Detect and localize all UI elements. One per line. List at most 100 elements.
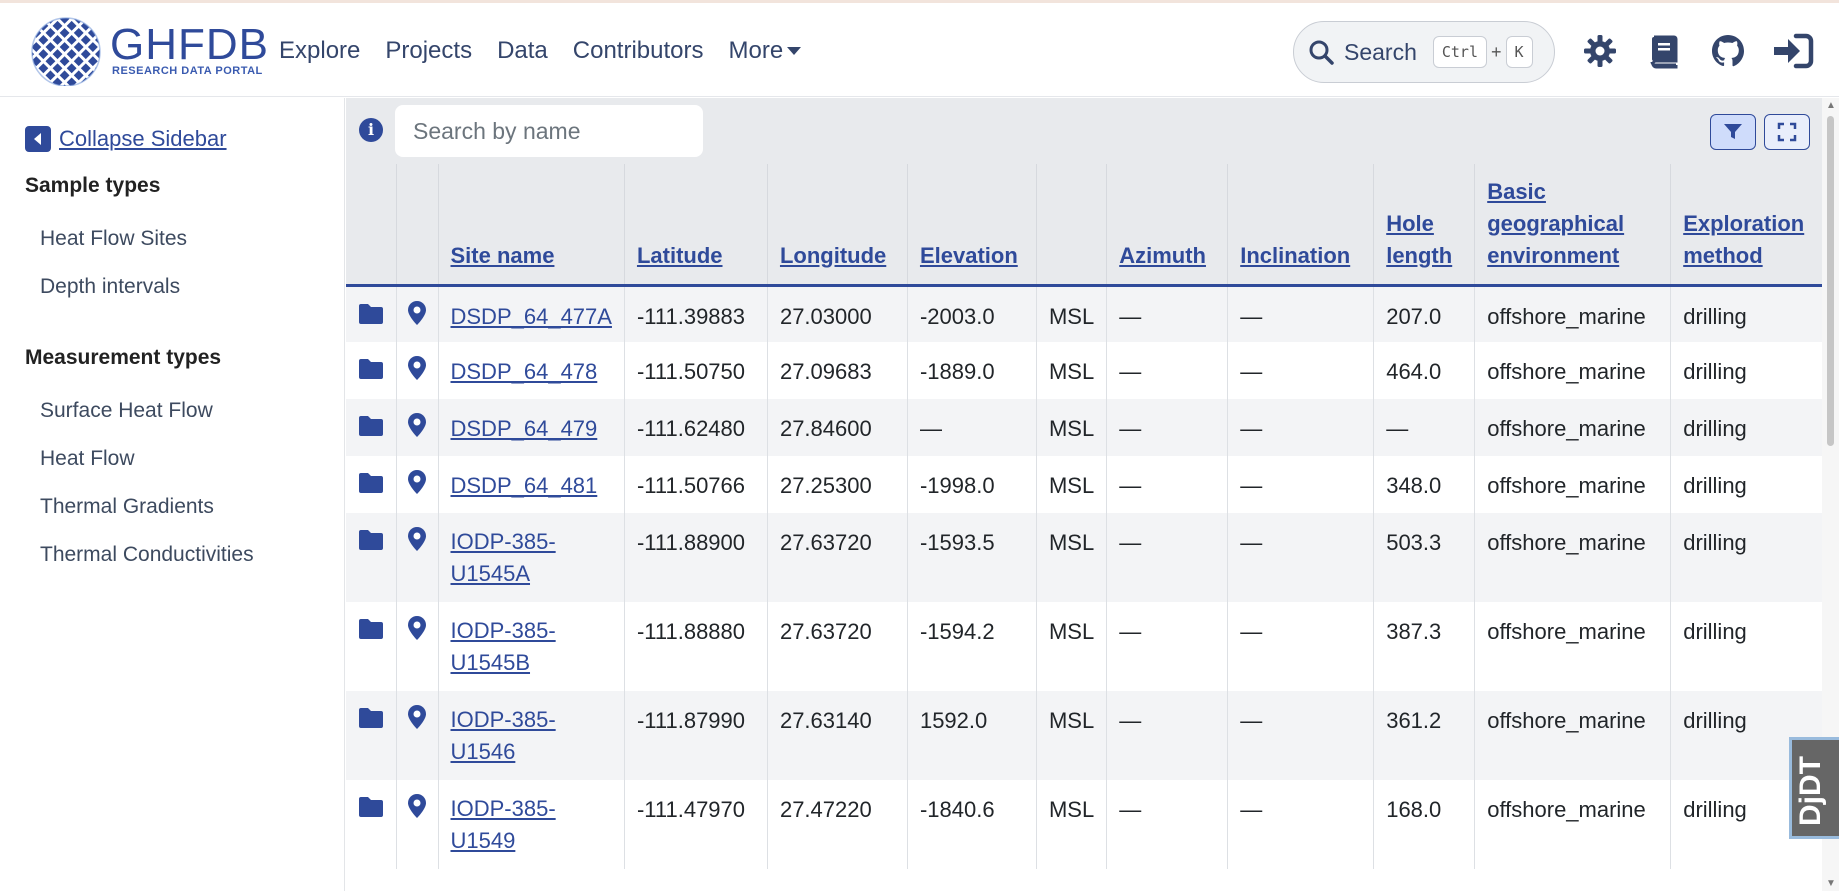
cell-longitude: 27.25300 bbox=[766, 456, 908, 513]
col-header-label[interactable]: Latitude bbox=[637, 240, 755, 272]
filter-button[interactable] bbox=[1710, 114, 1756, 150]
cell-hole-length: 387.3 bbox=[1373, 602, 1475, 691]
map-pin-icon[interactable] bbox=[408, 470, 426, 500]
site-link[interactable]: IODP-385-U1545A bbox=[451, 526, 561, 590]
info-icon[interactable]: i bbox=[359, 118, 383, 142]
theme-toggle-icon[interactable] bbox=[1582, 33, 1618, 69]
table-row: DSDP_64_479 -111.62480 27.84600— MSL — — — offs… bbox=[346, 399, 1831, 456]
site-link[interactable]: DSDP_64_481 bbox=[451, 470, 598, 502]
cell-hole-length: 168.0 bbox=[1373, 780, 1475, 869]
nav-explore[interactable]: Explore bbox=[279, 37, 360, 65]
table-row: IODP-385-U1546 -111.87990 27.63140 1592.0 MS… bbox=[346, 691, 1831, 780]
col-geo-environment[interactable]: Basic geographical environment bbox=[1474, 164, 1671, 287]
site-link[interactable]: DSDP_64_479 bbox=[451, 413, 598, 445]
col-inclination[interactable]: Inclination bbox=[1227, 164, 1374, 287]
folder-icon[interactable] bbox=[358, 303, 384, 331]
collapse-sidebar-label[interactable]: Collapse Sidebar bbox=[59, 126, 227, 152]
fullscreen-button[interactable] bbox=[1764, 114, 1810, 150]
docs-book-icon[interactable] bbox=[1646, 33, 1682, 69]
folder-icon[interactable] bbox=[358, 472, 384, 500]
map-pin-icon[interactable] bbox=[408, 794, 426, 824]
map-pin-icon[interactable] bbox=[408, 527, 426, 557]
map-pin-icon[interactable] bbox=[408, 413, 426, 443]
cell-elevation: -1594.2 bbox=[906, 602, 1037, 691]
sidebar-heading-measurement-types: Measurement types bbox=[25, 346, 222, 369]
col-header-label[interactable]: Azimuth bbox=[1119, 240, 1215, 272]
row-map-cell bbox=[395, 691, 438, 780]
cell-azimuth: — bbox=[1106, 285, 1228, 342]
github-icon[interactable] bbox=[1710, 33, 1746, 69]
folder-icon[interactable] bbox=[358, 618, 384, 646]
map-pin-icon[interactable] bbox=[408, 300, 426, 331]
scroll-up-arrow[interactable]: ▲ bbox=[1826, 100, 1836, 111]
site-link[interactable]: DSDP_64_478 bbox=[451, 356, 598, 388]
sidebar-item-heat-flow[interactable]: Heat Flow bbox=[40, 447, 135, 471]
row-folder-cell bbox=[346, 780, 396, 869]
nav-projects[interactable]: Projects bbox=[385, 37, 472, 65]
sidebar-item-heat-flow-sites[interactable]: Heat Flow Sites bbox=[40, 227, 187, 251]
col-header-label[interactable]: Exploration method bbox=[1683, 208, 1818, 272]
col-hole-length[interactable]: Hole length bbox=[1373, 164, 1475, 287]
global-search-button[interactable]: Search Ctrl + K bbox=[1293, 21, 1555, 83]
col-longitude[interactable]: Longitude bbox=[766, 164, 908, 287]
col-header-label[interactable]: Longitude bbox=[780, 240, 895, 272]
cell-site-name: IODP-385-U1545A bbox=[437, 513, 625, 602]
folder-icon[interactable] bbox=[358, 358, 384, 386]
table-row: IODP-385-U1545A -111.88900 27.63720 -1593.5… bbox=[346, 513, 1831, 602]
site-link[interactable]: IODP-385-U1546 bbox=[451, 704, 561, 768]
row-folder-cell bbox=[346, 691, 396, 780]
col-elevation[interactable]: Elevation bbox=[906, 164, 1037, 287]
col-header-label[interactable]: Elevation bbox=[920, 240, 1024, 272]
folder-icon[interactable] bbox=[358, 529, 384, 557]
collapse-sidebar-link[interactable]: Collapse Sidebar bbox=[25, 126, 227, 152]
sidebar-item-depth-intervals[interactable]: Depth intervals bbox=[40, 275, 180, 299]
cell-exploration-method: drilling bbox=[1670, 285, 1831, 342]
col-header-label[interactable]: Site name bbox=[451, 240, 612, 272]
logo[interactable]: GHFDB RESEARCH DATA PORTAL bbox=[28, 16, 269, 86]
col-latitude[interactable]: Latitude bbox=[623, 164, 768, 287]
debug-toolbar-label: DjDT bbox=[1794, 756, 1827, 826]
sidebar-item-thermal-conductivities[interactable]: Thermal Conductivities bbox=[40, 543, 254, 567]
login-icon[interactable] bbox=[1772, 33, 1814, 69]
search-label: Search bbox=[1344, 38, 1417, 65]
row-folder-cell bbox=[346, 342, 396, 399]
logo-title: GHFDB bbox=[110, 20, 269, 69]
cell-geo-environment: offshore_marine bbox=[1474, 691, 1671, 780]
cell-inclination: — bbox=[1227, 691, 1374, 780]
table-search-input[interactable] bbox=[395, 105, 703, 157]
cell-latitude: -111.39883 bbox=[623, 285, 768, 342]
cell-geo-environment: offshore_marine bbox=[1474, 602, 1671, 691]
scrollbar-thumb[interactable] bbox=[1827, 116, 1834, 446]
cell-longitude: 27.09683 bbox=[766, 342, 908, 399]
debug-toolbar-handle[interactable]: DjDT bbox=[1789, 737, 1839, 839]
site-link[interactable]: DSDP_64_477A bbox=[451, 301, 612, 333]
map-pin-icon[interactable] bbox=[408, 356, 426, 386]
col-site-name[interactable]: Site name bbox=[437, 164, 625, 287]
folder-icon[interactable] bbox=[358, 707, 384, 735]
sidebar-item-thermal-gradients[interactable]: Thermal Gradients bbox=[40, 495, 214, 519]
nav-data[interactable]: Data bbox=[497, 37, 548, 65]
cell-azimuth: — bbox=[1106, 780, 1228, 869]
col-header-label[interactable]: Hole length bbox=[1386, 208, 1462, 272]
col-header-label[interactable]: Inclination bbox=[1240, 240, 1361, 272]
cell-site-name: IODP-385-U1546 bbox=[437, 691, 625, 780]
folder-icon[interactable] bbox=[358, 415, 384, 443]
cell-site-name: IODP-385-U1545B bbox=[437, 602, 625, 691]
sidebar-item-surface-heat-flow[interactable]: Surface Heat Flow bbox=[40, 399, 213, 423]
main-nav: Explore Projects Data Contributors More bbox=[279, 37, 826, 65]
nav-contributors[interactable]: Contributors bbox=[573, 37, 704, 65]
cell-inclination: — bbox=[1227, 399, 1374, 456]
cell-latitude: -111.88880 bbox=[623, 602, 768, 691]
col-azimuth[interactable]: Azimuth bbox=[1106, 164, 1228, 287]
col-exploration-method[interactable]: Exploration method bbox=[1670, 164, 1831, 287]
col-header-label[interactable]: Basic geographical environment bbox=[1487, 176, 1647, 272]
scroll-down-arrow[interactable]: ▼ bbox=[1826, 878, 1836, 889]
row-map-cell bbox=[395, 399, 438, 456]
nav-more-dropdown[interactable]: More bbox=[729, 37, 802, 65]
site-link[interactable]: IODP-385-U1545B bbox=[451, 615, 561, 679]
site-link[interactable]: IODP-385-U1549 bbox=[451, 793, 561, 857]
map-pin-icon[interactable] bbox=[408, 705, 426, 735]
cell-geo-environment: offshore_marine bbox=[1474, 456, 1671, 513]
folder-icon[interactable] bbox=[358, 796, 384, 824]
map-pin-icon[interactable] bbox=[408, 616, 426, 646]
